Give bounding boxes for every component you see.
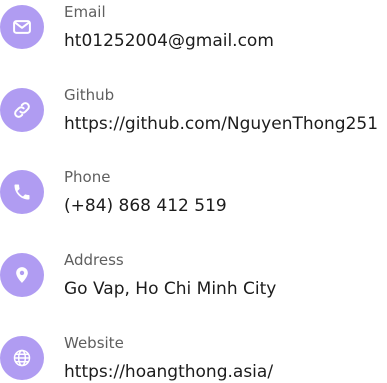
contact-label-github: Github (64, 86, 115, 104)
contact-item-address: Address Go Vap, Ho Chi Minh City (0, 251, 387, 299)
contact-label-address: Address (64, 251, 124, 269)
location-pin-icon (0, 253, 44, 297)
contact-item-email: Email ht01252004@gmail.com (0, 3, 387, 51)
contact-item-phone: Phone (+84) 868 412 519 (0, 168, 387, 216)
website-link[interactable]: https://hoangthong.asia/ (64, 361, 273, 383)
contact-item-github: Github https://github.com/NguyenThong251 (0, 86, 387, 134)
contact-label-phone: Phone (64, 168, 111, 186)
contact-label-email: Email (64, 3, 106, 21)
mail-icon (0, 5, 44, 49)
github-link[interactable]: https://github.com/NguyenThong251 (64, 113, 378, 135)
phone-link[interactable]: (+84) 868 412 519 (64, 195, 227, 217)
phone-icon (0, 170, 44, 214)
email-link[interactable]: ht01252004@gmail.com (64, 30, 274, 52)
link-icon (0, 88, 44, 132)
contact-item-website: Website https://hoangthong.asia/ (0, 334, 387, 382)
address-value: Go Vap, Ho Chi Minh City (64, 279, 277, 299)
contact-label-website: Website (64, 334, 124, 352)
globe-icon (0, 336, 44, 380)
contact-list: Email ht01252004@gmail.com Github https:… (0, 0, 387, 383)
